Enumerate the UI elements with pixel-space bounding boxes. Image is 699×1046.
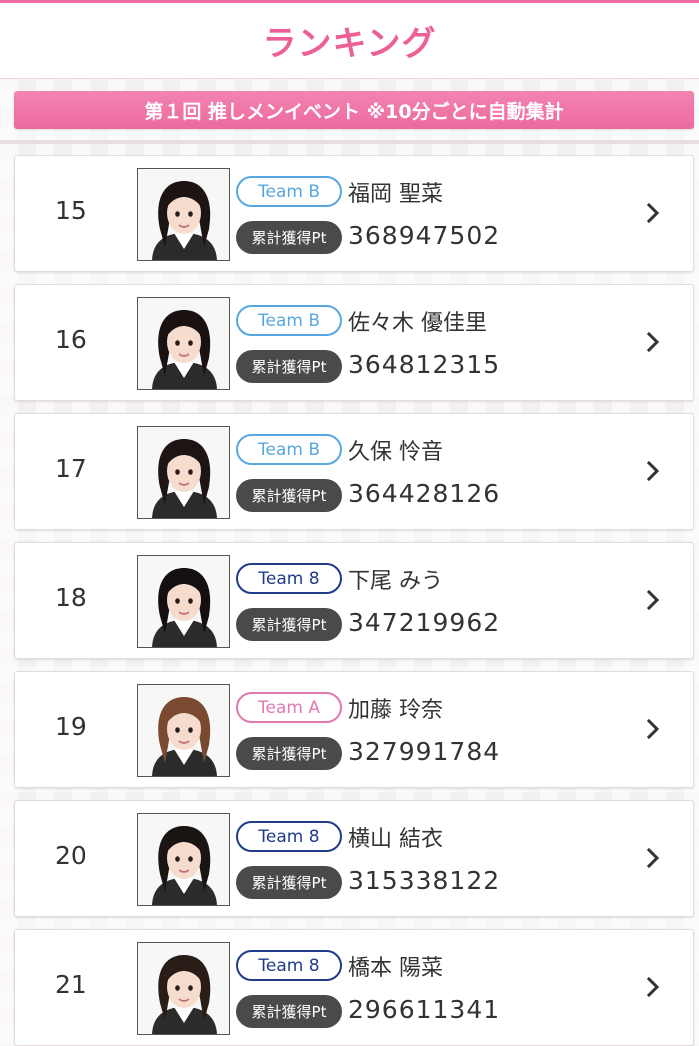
- team-badge: Team 8: [236, 563, 342, 594]
- member-name: 横山 結衣: [348, 827, 443, 852]
- member-avatar-icon: [138, 298, 229, 389]
- cumulative-points-value: 364812315: [348, 350, 501, 379]
- cumulative-points-label: 累計獲得Pt: [236, 737, 342, 770]
- page-title: ランキング: [262, 24, 437, 64]
- ranking-row[interactable]: 17 Team B 久保 怜音 累計獲得Pt 364428126: [14, 413, 694, 530]
- rank-number: 16: [55, 325, 87, 354]
- cumulative-points-value: 327991784: [348, 737, 501, 766]
- member-avatar-icon: [138, 814, 229, 905]
- member-photo: [137, 684, 230, 777]
- cumulative-points-value: 368947502: [348, 221, 501, 250]
- member-name: 下尾 みう: [348, 569, 443, 594]
- member-name: 加藤 玲奈: [348, 698, 443, 723]
- chevron-right-icon[interactable]: [643, 330, 663, 354]
- member-photo: [137, 813, 230, 906]
- event-banner-text: 第１回 推しメンイベント ※10分ごとに自動集計: [144, 100, 564, 123]
- chevron-right-icon[interactable]: [643, 717, 663, 741]
- member-avatar-icon: [138, 427, 229, 518]
- cumulative-points-label: 累計獲得Pt: [236, 866, 342, 899]
- list-divider: [0, 140, 699, 144]
- chevron-right-icon[interactable]: [643, 975, 663, 999]
- cumulative-points-value: 296611341: [348, 995, 501, 1024]
- ranking-row[interactable]: 15 Team B 福岡 聖菜 累計獲得Pt 368947502: [14, 155, 694, 272]
- team-badge: Team A: [236, 692, 342, 723]
- chevron-right-icon[interactable]: [643, 588, 663, 612]
- ranking-row[interactable]: 16 Team B 佐々木 優佳里 累計獲得Pt 364812315: [14, 284, 694, 401]
- member-name: 佐々木 優佳里: [348, 311, 487, 336]
- cumulative-points-label: 累計獲得Pt: [236, 350, 342, 383]
- member-photo: [137, 426, 230, 519]
- ranking-row[interactable]: 21 Team 8 橋本 陽菜 累計獲得Pt 296611341: [14, 929, 694, 1046]
- team-badge: Team B: [236, 434, 342, 465]
- event-banner: 第１回 推しメンイベント ※10分ごとに自動集計: [14, 91, 694, 129]
- member-name: 久保 怜音: [348, 440, 443, 465]
- member-avatar-icon: [138, 556, 229, 647]
- team-badge: Team B: [236, 176, 342, 207]
- cumulative-points-value: 347219962: [348, 608, 501, 637]
- member-photo: [137, 942, 230, 1035]
- ranking-row[interactable]: 19 Team A 加藤 玲奈 累計獲得Pt 327991784: [14, 671, 694, 788]
- member-name: 橋本 陽菜: [348, 956, 443, 981]
- cumulative-points-label: 累計獲得Pt: [236, 995, 342, 1028]
- cumulative-points-label: 累計獲得Pt: [236, 221, 342, 254]
- chevron-right-icon[interactable]: [643, 459, 663, 483]
- member-avatar-icon: [138, 685, 229, 776]
- rank-number: 15: [55, 196, 87, 225]
- page-header: ランキング: [0, 3, 699, 79]
- rank-number: 17: [55, 454, 87, 483]
- rank-number: 18: [55, 583, 87, 612]
- cumulative-points-value: 315338122: [348, 866, 501, 895]
- rank-number: 20: [55, 841, 87, 870]
- cumulative-points-label: 累計獲得Pt: [236, 608, 342, 641]
- member-avatar-icon: [138, 943, 229, 1034]
- ranking-row[interactable]: 18 Team 8 下尾 みう 累計獲得Pt 347219962: [14, 542, 694, 659]
- rank-number: 21: [55, 970, 87, 999]
- team-badge: Team B: [236, 305, 342, 336]
- member-photo: [137, 168, 230, 261]
- rank-number: 19: [55, 712, 87, 741]
- team-badge: Team 8: [236, 950, 342, 981]
- cumulative-points-label: 累計獲得Pt: [236, 479, 342, 512]
- chevron-right-icon[interactable]: [643, 201, 663, 225]
- member-photo: [137, 555, 230, 648]
- member-photo: [137, 297, 230, 390]
- team-badge: Team 8: [236, 821, 342, 852]
- member-avatar-icon: [138, 169, 229, 260]
- cumulative-points-value: 364428126: [348, 479, 501, 508]
- ranking-row[interactable]: 20 Team 8 横山 結衣 累計獲得Pt 315338122: [14, 800, 694, 917]
- member-name: 福岡 聖菜: [348, 182, 443, 207]
- chevron-right-icon[interactable]: [643, 846, 663, 870]
